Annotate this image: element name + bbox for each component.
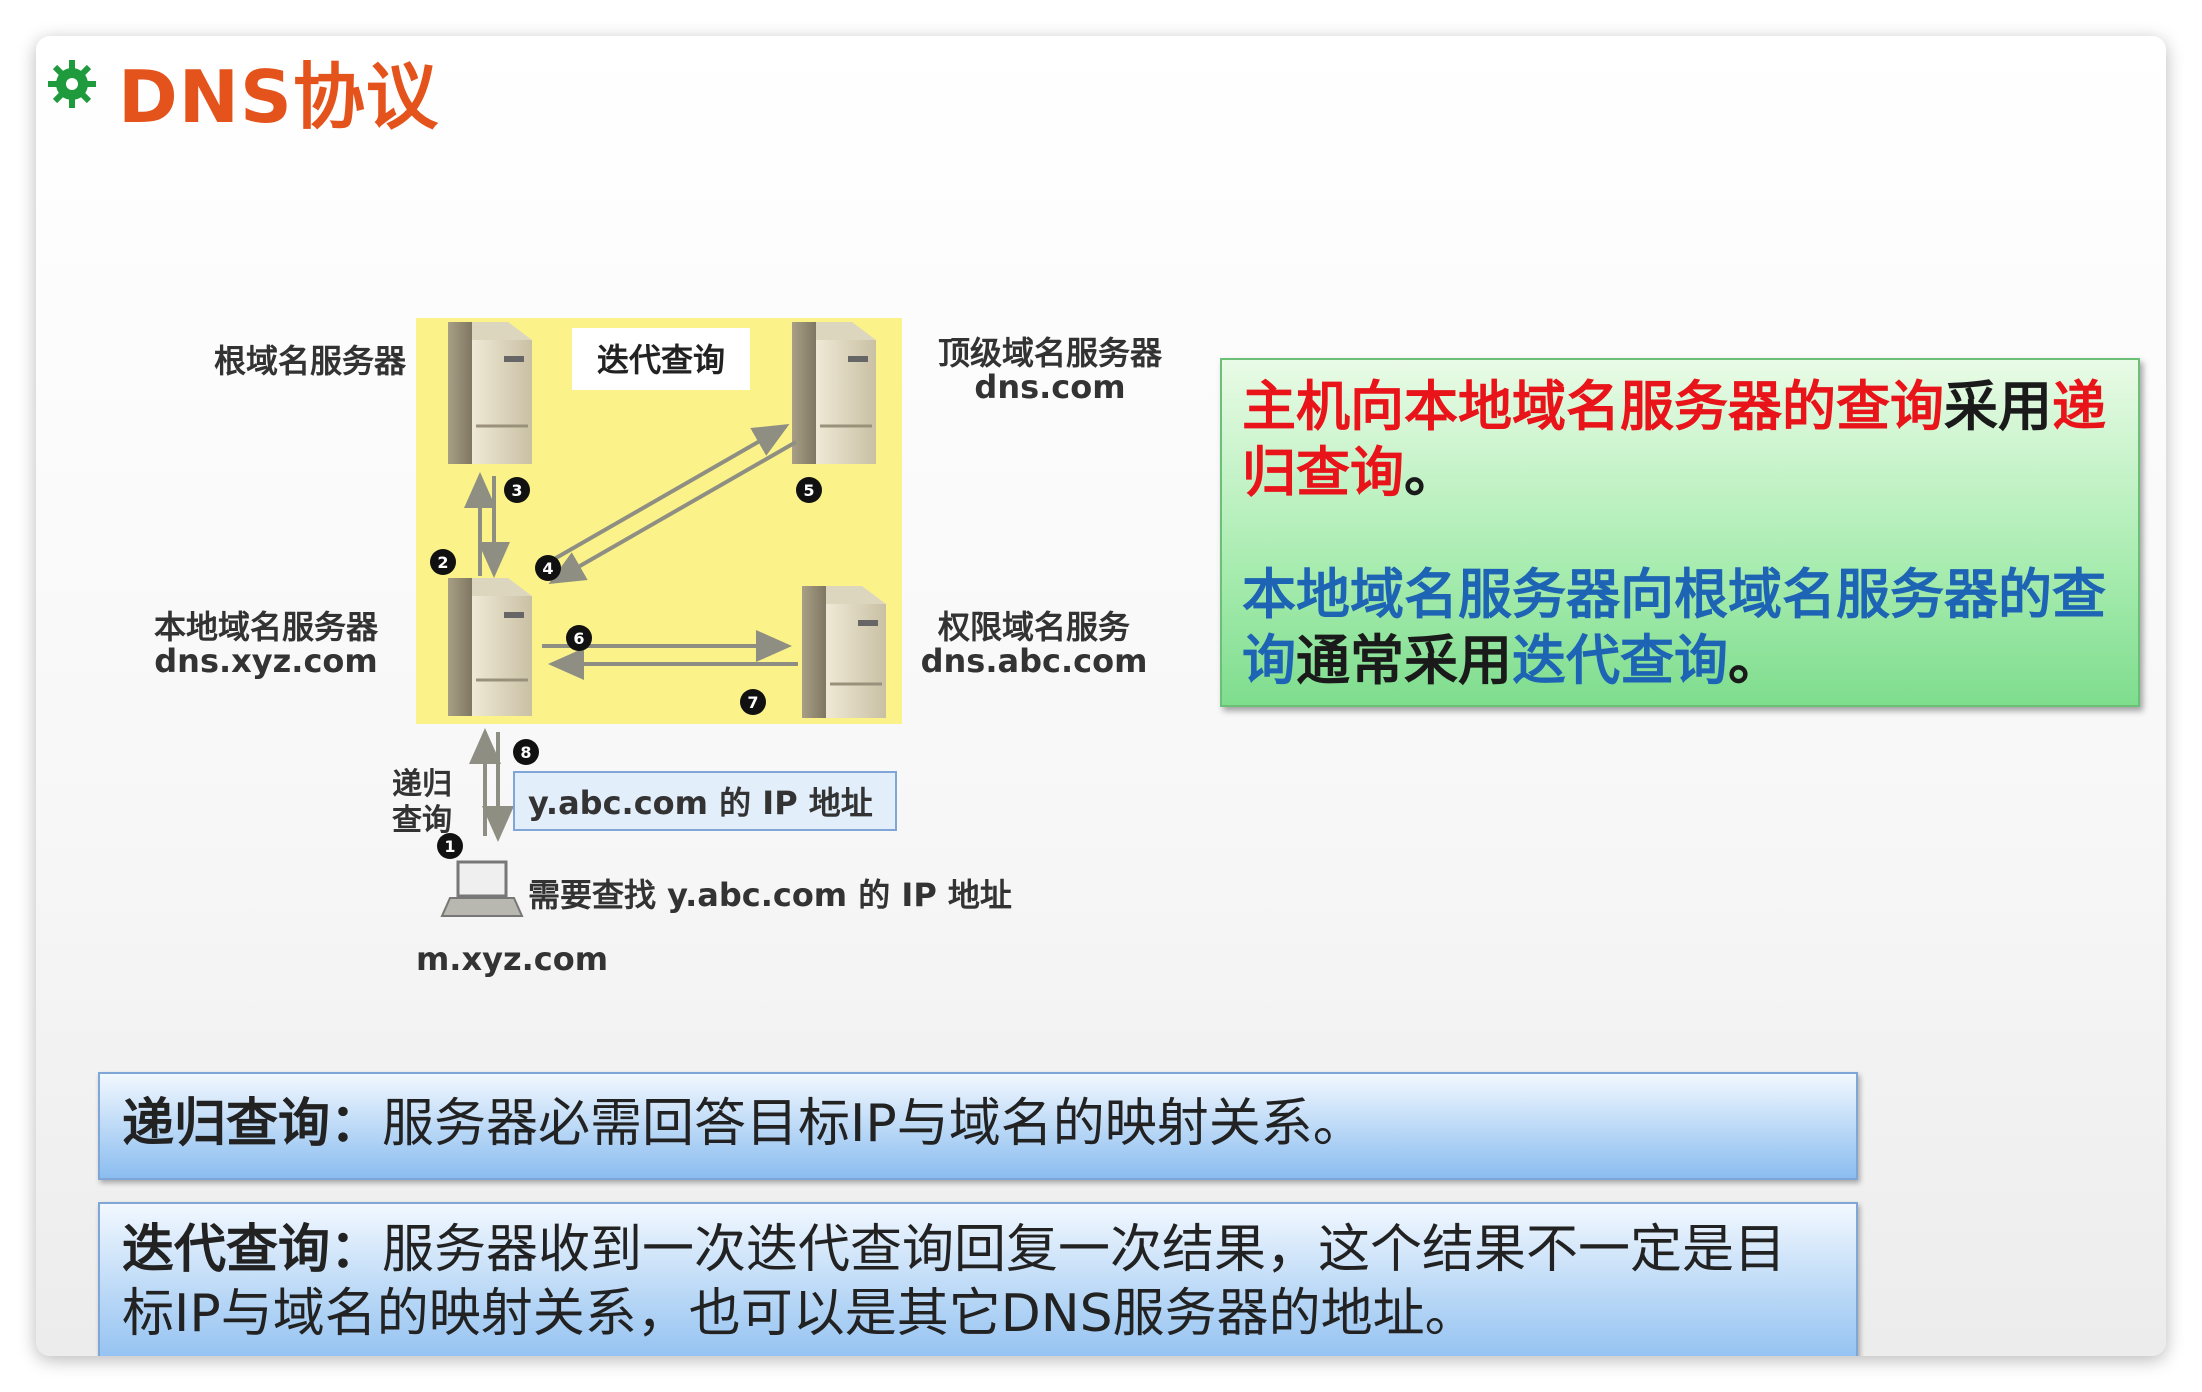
auth-server-icon <box>802 586 886 718</box>
host-name: m.xyz.com <box>416 940 608 978</box>
local-server-domain: dns.xyz.com <box>154 642 377 680</box>
step-badge: 1 <box>444 837 455 856</box>
laptop-icon <box>440 860 524 917</box>
callout-end: 。 <box>1728 629 1782 692</box>
step-badge: 6 <box>573 629 584 648</box>
tld-server-domain: dns.com <box>974 368 1125 406</box>
box-label: 迭代查询 <box>597 341 725 379</box>
slide: DNS协议 迭代查询 3 2 4 5 6 7 8 1 根域名服务器 顶级域名服务… <box>36 36 2166 1356</box>
host-query-text: 需要查找 y.abc.com 的 IP 地址 <box>528 876 1012 914</box>
root-server-icon <box>448 322 532 464</box>
tld-server-label: 顶级域名服务器 <box>938 334 1163 372</box>
answer-box-text: y.abc.com 的 IP 地址 <box>528 784 873 822</box>
callout-blue-text: 迭代查询 <box>1512 629 1728 692</box>
auth-server-label: 权限域名服务 <box>937 608 1130 646</box>
root-server-label: 根域名服务器 <box>214 342 407 380</box>
step-badge: 7 <box>747 693 758 712</box>
callout-line-1: 主机向本地域名服务器的查询采用递归查询。 <box>1222 374 2138 506</box>
step-badge: 4 <box>542 559 553 578</box>
slide-title: DNS协议 <box>118 55 439 139</box>
callout-end: 。 <box>1404 441 1458 504</box>
callout-dark-text: 采用 <box>1944 375 2052 438</box>
recursive-definition-bar: 递归查询：服务器必需回答目标IP与域名的映射关系。 <box>98 1072 1858 1180</box>
local-server-icon <box>448 578 532 716</box>
recursive-label-2: 查询 <box>392 803 452 838</box>
recursive-text: 服务器必需回答目标IP与域名的映射关系。 <box>382 1094 1365 1154</box>
local-server-label: 本地域名服务器 <box>154 608 379 646</box>
dns-query-diagram: 迭代查询 3 2 4 5 6 7 8 1 根域名服务器 顶级域名服务器 dns.… <box>154 318 1163 978</box>
callout-box: 主机向本地域名服务器的查询采用递归查询。 本地域名服务器向根域名服务器的查询通常… <box>1220 358 2140 707</box>
recursive-term: 递归查询： <box>122 1094 383 1154</box>
iterative-term: 迭代查询： <box>122 1220 383 1280</box>
recursive-label-1: 递归 <box>392 767 452 802</box>
gear-bullet-icon <box>48 60 96 108</box>
callout-line-2: 本地域名服务器向根域名服务器的查询通常采用迭代查询。 <box>1222 562 2138 694</box>
step-badge: 3 <box>511 481 522 500</box>
step-badge: 5 <box>803 481 814 500</box>
callout-dark-text: 通常采用 <box>1296 629 1512 692</box>
tld-server-icon <box>792 322 876 464</box>
step-badge: 8 <box>520 743 531 762</box>
title-row: DNS协议 <box>36 36 2166 146</box>
callout-red-text: 主机向本地域名服务器的查询 <box>1242 375 1944 438</box>
auth-server-domain: dns.abc.com <box>921 642 1148 680</box>
iterative-definition-bar: 迭代查询：服务器收到一次迭代查询回复一次结果，这个结果不一定是目标IP与域名的映… <box>98 1202 1858 1356</box>
step-badge: 2 <box>437 553 448 572</box>
